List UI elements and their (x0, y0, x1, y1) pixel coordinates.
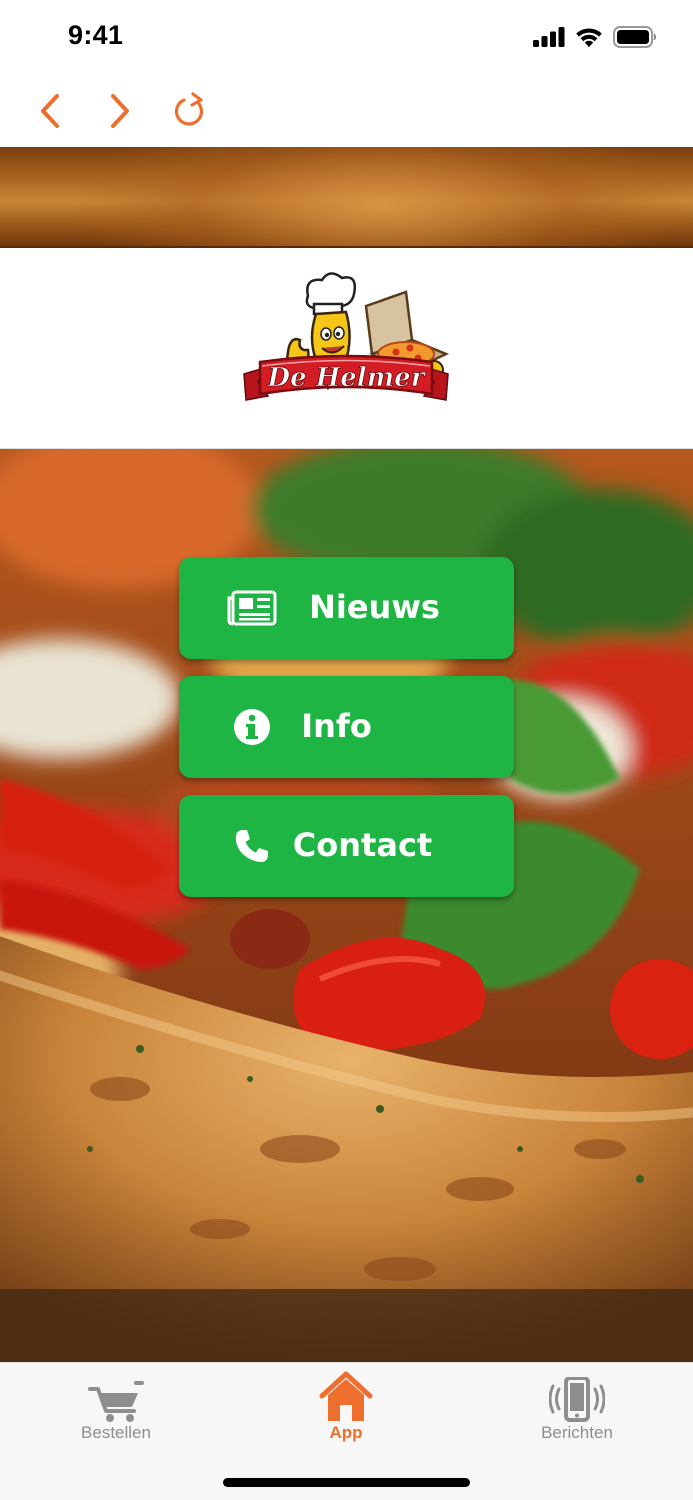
info-button[interactable]: Info (179, 676, 514, 778)
tab-app[interactable]: App (266, 1363, 426, 1453)
home-indicator (223, 1478, 470, 1487)
tab-berichten-label: Berichten (541, 1423, 613, 1442)
contact-button[interactable]: Contact (179, 795, 514, 897)
status-time: 9:41 (68, 20, 124, 50)
logo: De Helmer (243, 272, 450, 401)
tab-berichten[interactable]: Berichten (497, 1363, 657, 1453)
signal-icon (533, 27, 565, 47)
status-icons (533, 26, 657, 48)
battery-icon (613, 26, 656, 48)
news-button[interactable]: Nieuws (179, 557, 514, 659)
contact-label: Contact (292, 826, 433, 864)
home-icon (319, 1363, 373, 1423)
forward-button[interactable] (96, 87, 144, 135)
reload-icon (174, 92, 204, 126)
tab-bestellen-label: Bestellen (81, 1423, 151, 1442)
logo-text: De Helmer (267, 363, 427, 393)
news-label: Nieuws (309, 588, 440, 626)
header-banner (0, 147, 693, 248)
reload-button[interactable] (166, 87, 214, 135)
status-bar: 9:41 (0, 0, 693, 75)
hero-background: Nieuws Info Contact (0, 449, 693, 1362)
phone-vibrate-icon (549, 1363, 605, 1423)
tab-app-label: App (329, 1423, 363, 1442)
chevron-right-icon (111, 94, 129, 128)
browser-toolbar (0, 75, 693, 147)
info-label: Info (301, 707, 372, 745)
wifi-icon (576, 28, 602, 47)
cart-icon (88, 1363, 144, 1423)
back-button[interactable] (26, 87, 74, 135)
tab-bestellen[interactable]: Bestellen (36, 1363, 196, 1453)
logo-area: De Helmer (0, 248, 693, 449)
chevron-left-icon (41, 94, 59, 128)
